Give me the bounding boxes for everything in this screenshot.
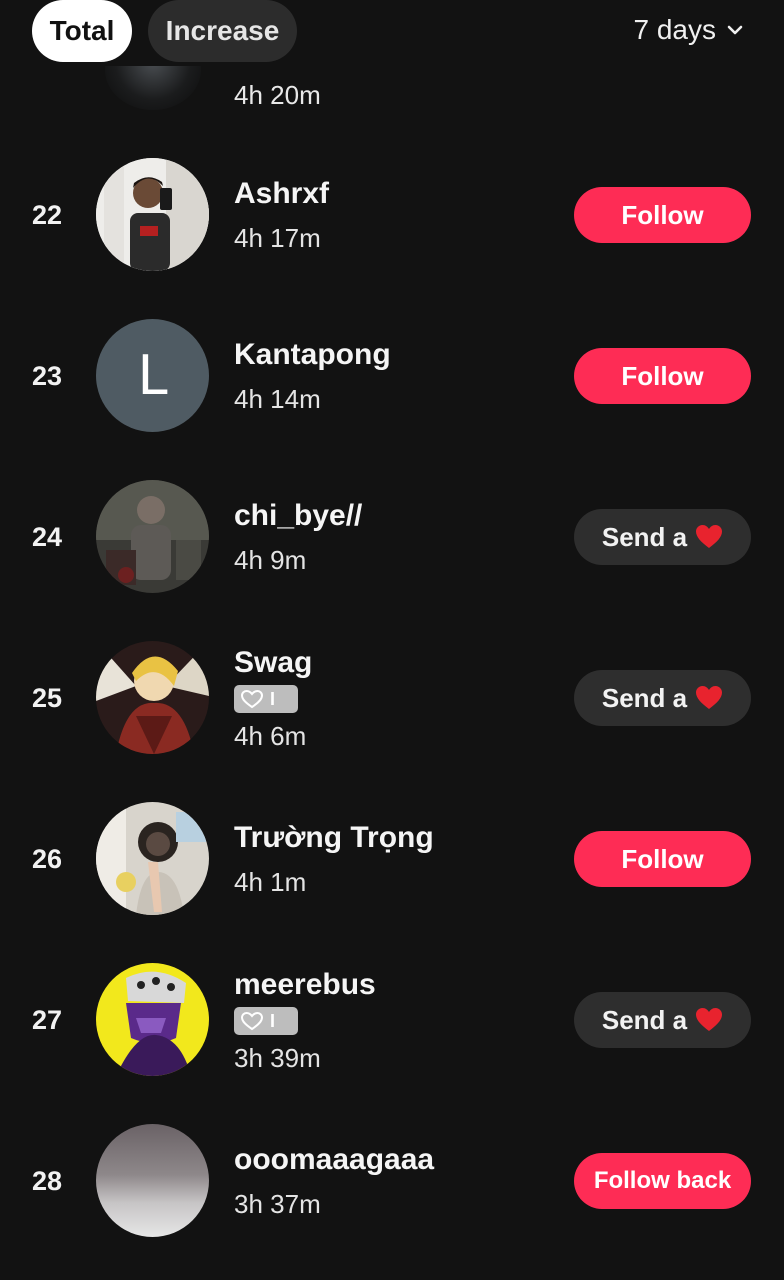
avatar[interactable] [96, 480, 209, 593]
watch-time: 4h 14m [234, 384, 321, 414]
follow-back-button[interactable]: Follow back [574, 1153, 751, 1209]
follow-button[interactable]: Follow [574, 831, 751, 887]
tab-increase[interactable]: Increase [148, 0, 297, 62]
avatar[interactable]: L [96, 319, 209, 432]
send-label: Send a [601, 1004, 688, 1035]
range-label: 7 days [633, 14, 717, 45]
chevron-down-icon [727, 25, 743, 35]
rank-number: 24 [32, 522, 63, 552]
username[interactable]: chi_bye// [234, 499, 362, 533]
watch-time: 4h 20m [234, 80, 321, 110]
rank-number: 22 [32, 200, 63, 230]
heart-icon [696, 1008, 723, 1031]
avatar-initial: L [137, 344, 168, 407]
badge-level: I [270, 688, 276, 709]
list-item: 24 chi_bye// 4h 9m Send a [0, 466, 784, 606]
badge-level: I [270, 1010, 276, 1031]
username[interactable]: Trường Trọng [234, 821, 434, 855]
heart-outline-icon [240, 1011, 264, 1031]
username[interactable]: ooomaaagaaa [234, 1143, 434, 1177]
username[interactable]: Kantapong [234, 338, 391, 372]
list-item: 22 Ashrxf 4h 17m Follow [0, 144, 784, 284]
avatar [105, 60, 201, 110]
watch-time: 4h 6m [234, 721, 307, 751]
username[interactable]: Ashrxf [234, 177, 329, 211]
send-heart-button[interactable]: Send a [574, 670, 751, 726]
list-item-partial: 4h 20m [0, 60, 784, 120]
list-item: 23 L Kantapong 4h 14m Follow [0, 305, 784, 445]
rank-number: 25 [32, 683, 63, 713]
watch-time: 3h 37m [234, 1189, 321, 1219]
avatar[interactable] [96, 1124, 209, 1237]
list-item: 26 Trường Trọng 4h 1m Follow [0, 788, 784, 928]
list-item: 27 meerebus I 3h 39m Send a [0, 949, 784, 1089]
rank-number: 27 [32, 1005, 63, 1035]
list-item: 28 ooomaaagaaa 3h 37m Follow back [0, 1110, 784, 1250]
tab-total[interactable]: Total [32, 0, 132, 62]
send-label: Send a [601, 682, 688, 713]
follow-button[interactable]: Follow [574, 187, 751, 243]
heart-icon [696, 686, 723, 709]
avatar[interactable] [96, 641, 209, 754]
watch-time: 4h 17m [234, 223, 321, 253]
username[interactable]: Swag [234, 646, 312, 680]
watch-time: 3h 39m [234, 1043, 321, 1073]
heart-icon [696, 525, 723, 548]
fan-level-badge: I [234, 1007, 298, 1035]
send-heart-button[interactable]: Send a [574, 992, 751, 1048]
avatar[interactable] [96, 158, 209, 271]
send-heart-button[interactable]: Send a [574, 509, 751, 565]
send-label: Send a [601, 521, 688, 552]
watch-time: 4h 1m [234, 867, 307, 897]
watch-time: 4h 9m [234, 545, 307, 575]
fan-level-badge: I [234, 685, 298, 713]
heart-outline-icon [240, 689, 264, 709]
avatar[interactable] [96, 802, 209, 915]
rank-number: 26 [32, 844, 63, 874]
username[interactable]: meerebus [234, 968, 376, 1002]
avatar[interactable] [96, 963, 209, 1076]
range-dropdown[interactable]: 7 days [634, 14, 745, 46]
list-item: 25 Swag I 4h 6m Send a [0, 627, 784, 767]
top-bar: Total Increase 7 days [0, 0, 784, 66]
rank-number: 23 [32, 361, 63, 391]
rank-number: 28 [32, 1166, 63, 1196]
follow-button[interactable]: Follow [574, 348, 751, 404]
